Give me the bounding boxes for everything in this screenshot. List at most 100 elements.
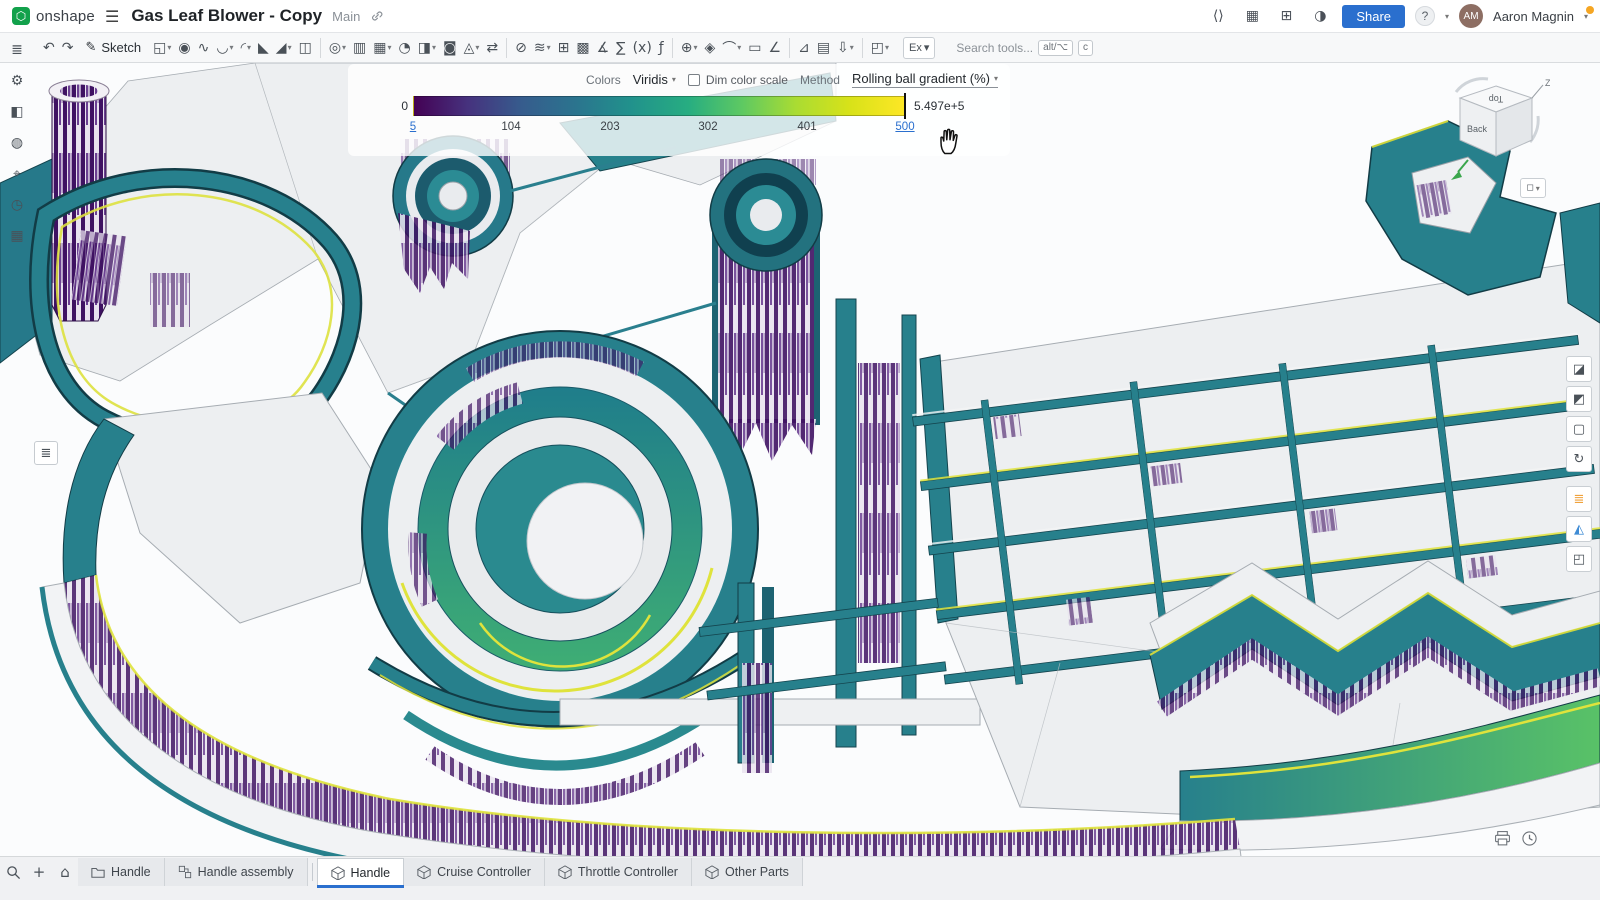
flatten-tool[interactable]: ▭ [745, 36, 764, 60]
avatar[interactable]: AM [1459, 4, 1483, 28]
mass-properties-tool[interactable]: ∑ [613, 36, 628, 60]
feature-toolbar: ↶ ↷ ✎ Sketch ◱▾ ◉ ∿ ◡▾ ◜▾ ◣ ◢▾ ◫ ◎▾ ▥ ▦▾… [0, 33, 1600, 63]
export-tool[interactable]: ⇩▾ [834, 36, 857, 60]
model-circular-recess[interactable] [362, 331, 758, 727]
draft-tool[interactable]: ◢▾ [273, 36, 295, 60]
hole-tool[interactable]: ◎▾ [326, 36, 349, 60]
loft-tool[interactable]: ◡▾ [213, 36, 236, 60]
sketch-pencil-icon: ✎ [85, 40, 96, 55]
graphics-area[interactable] [0, 63, 1600, 856]
history-icon[interactable]: ◷ [5, 193, 29, 217]
sheet-metal-tool[interactable]: ⌒▾ [719, 36, 744, 60]
analysis-icon[interactable]: ◭ [1566, 516, 1592, 542]
appearance-icon[interactable]: ◧ [5, 100, 29, 124]
delete-face-tool[interactable]: ⊘ [512, 36, 530, 60]
featurescript-tool[interactable]: ƒ [656, 36, 667, 60]
view-cube-menu-button[interactable]: ◻ ▾ [1520, 178, 1546, 198]
tick-value: 203 [600, 121, 619, 133]
tag-tool[interactable]: ◈ [701, 36, 718, 60]
clock-icon[interactable] [1521, 830, 1538, 850]
chamfer-tool[interactable]: ◣ [255, 36, 272, 60]
mirror-tool[interactable]: ◨▾ [415, 36, 439, 60]
search-in-model-icon[interactable]: ⌖ [5, 162, 29, 186]
onshape-logo-text: onshape [36, 8, 95, 25]
bend-tool[interactable]: ∠ [766, 36, 785, 60]
tab-other-parts[interactable]: Other Parts [692, 858, 803, 886]
model-viewport[interactable] [0, 63, 1600, 856]
tab-handle-folder[interactable]: Handle [78, 858, 165, 886]
extrude-tool[interactable]: ◱▾ [150, 36, 174, 60]
dim-color-scale-checkbox[interactable]: Dim color scale [688, 73, 788, 87]
rib-tool[interactable]: ▥ [350, 36, 369, 60]
toolbar-separator [506, 38, 507, 58]
viridis-gradient-bar[interactable] [413, 96, 905, 116]
circular-pattern-tool[interactable]: ◔ [396, 36, 414, 60]
tables-tool[interactable]: ▤ [814, 36, 833, 60]
model-boss-cylinder-2[interactable] [710, 159, 822, 461]
feature-tree-toggle[interactable]: ≣ [34, 441, 58, 465]
method-dropdown[interactable]: Rolling ball gradient (%) ▾ [852, 71, 998, 88]
shaded-view-icon[interactable]: ◪ [1566, 356, 1592, 382]
branch-label[interactable]: Main [332, 9, 360, 24]
toolbar-separator [320, 38, 321, 58]
features-list-icon[interactable]: ≣ [5, 38, 29, 62]
comments-icon[interactable]: ◍ [5, 131, 29, 155]
appearance-layers-icon[interactable]: ≣ [1566, 486, 1592, 512]
tab-cruise-controller[interactable]: Cruise Controller [404, 858, 545, 886]
fill-tool[interactable]: ▩ [573, 36, 592, 60]
custom-feature-tool[interactable]: ⊕▾ [678, 36, 701, 60]
linear-pattern-tool[interactable]: ▦▾ [370, 36, 394, 60]
transform-tool[interactable]: ⇄ [483, 36, 501, 60]
tab-search-icon[interactable] [0, 858, 26, 886]
undo-button[interactable]: ↶ [40, 36, 58, 60]
learning-globe-icon[interactable]: ◑ [1308, 4, 1332, 28]
boolean-tool[interactable]: ◙ [440, 36, 460, 60]
share-button[interactable]: Share [1342, 5, 1405, 28]
cube-menu-caret-icon: ▾ [1536, 184, 1540, 193]
tab-throttle-controller[interactable]: Throttle Controller [545, 858, 692, 886]
panels-icon[interactable]: ▦ [1240, 4, 1264, 28]
view-cube[interactable]: Top Back Z [1446, 76, 1550, 194]
main-menu-icon[interactable]: ☰ [105, 7, 119, 26]
search-tools-input[interactable]: Search tools... alt/⌥ c [950, 37, 1099, 59]
tab-handle-assembly[interactable]: Handle assembly [165, 858, 308, 886]
configurations-icon[interactable]: ⚙ [5, 69, 29, 93]
extensions-button[interactable]: Ex ▾ [903, 37, 935, 59]
redo-button[interactable]: ↷ [59, 36, 77, 60]
rotate-view-icon[interactable]: ↻ [1566, 446, 1592, 472]
new-tab-button[interactable]: + [26, 858, 52, 886]
offset-surface-tool[interactable]: ≋▾ [531, 36, 554, 60]
split-tool[interactable]: ◬▾ [461, 36, 483, 60]
apps-tool[interactable]: ◰▾ [868, 36, 892, 60]
variable-tool[interactable]: (x) [630, 36, 655, 60]
toolbar-separator [789, 38, 790, 58]
tables-panel-icon[interactable]: ▦ [5, 224, 29, 248]
print-icon[interactable] [1494, 830, 1511, 850]
wireframe-view-icon[interactable]: ▢ [1566, 416, 1592, 442]
help-button[interactable]: ? [1415, 6, 1435, 26]
range-end-value[interactable]: 500 [895, 121, 914, 133]
display-cube-icon[interactable]: ◰ [1566, 546, 1592, 572]
help-caret-icon[interactable]: ▾ [1445, 12, 1449, 21]
measure-tool[interactable]: ∡ [594, 36, 613, 60]
corner-break-tool[interactable]: ⊿ [795, 36, 813, 60]
sweep-tool[interactable]: ∿ [195, 36, 213, 60]
shell-tool[interactable]: ◫ [296, 36, 315, 60]
user-name[interactable]: Aaron Magnin [1493, 9, 1574, 24]
scale-end-marker[interactable] [904, 93, 906, 119]
top-header: ⬡ onshape ☰ Gas Leaf Blower - Copy Main … [0, 0, 1600, 33]
apps-grid-icon[interactable]: ⊞ [1274, 4, 1298, 28]
tab-handle-partstudio[interactable]: Handle [317, 858, 405, 886]
share-link-icon[interactable] [370, 9, 384, 23]
fillet-tool[interactable]: ◜▾ [238, 36, 254, 60]
palette-dropdown[interactable]: Viridis ▾ [633, 72, 676, 87]
featurescript-icon[interactable]: ⟨⟩ [1206, 4, 1230, 28]
thicken-tool[interactable]: ⊞ [555, 36, 573, 60]
onshape-logo[interactable]: ⬡ onshape [12, 7, 95, 25]
home-tab-button[interactable]: ⌂ [52, 858, 78, 886]
section-view-icon[interactable]: ◩ [1566, 386, 1592, 412]
sketch-button[interactable]: ✎ Sketch [77, 36, 149, 60]
range-start-value[interactable]: 5 [410, 121, 416, 133]
checkbox-box[interactable] [688, 74, 700, 86]
revolve-tool[interactable]: ◉ [175, 36, 193, 60]
